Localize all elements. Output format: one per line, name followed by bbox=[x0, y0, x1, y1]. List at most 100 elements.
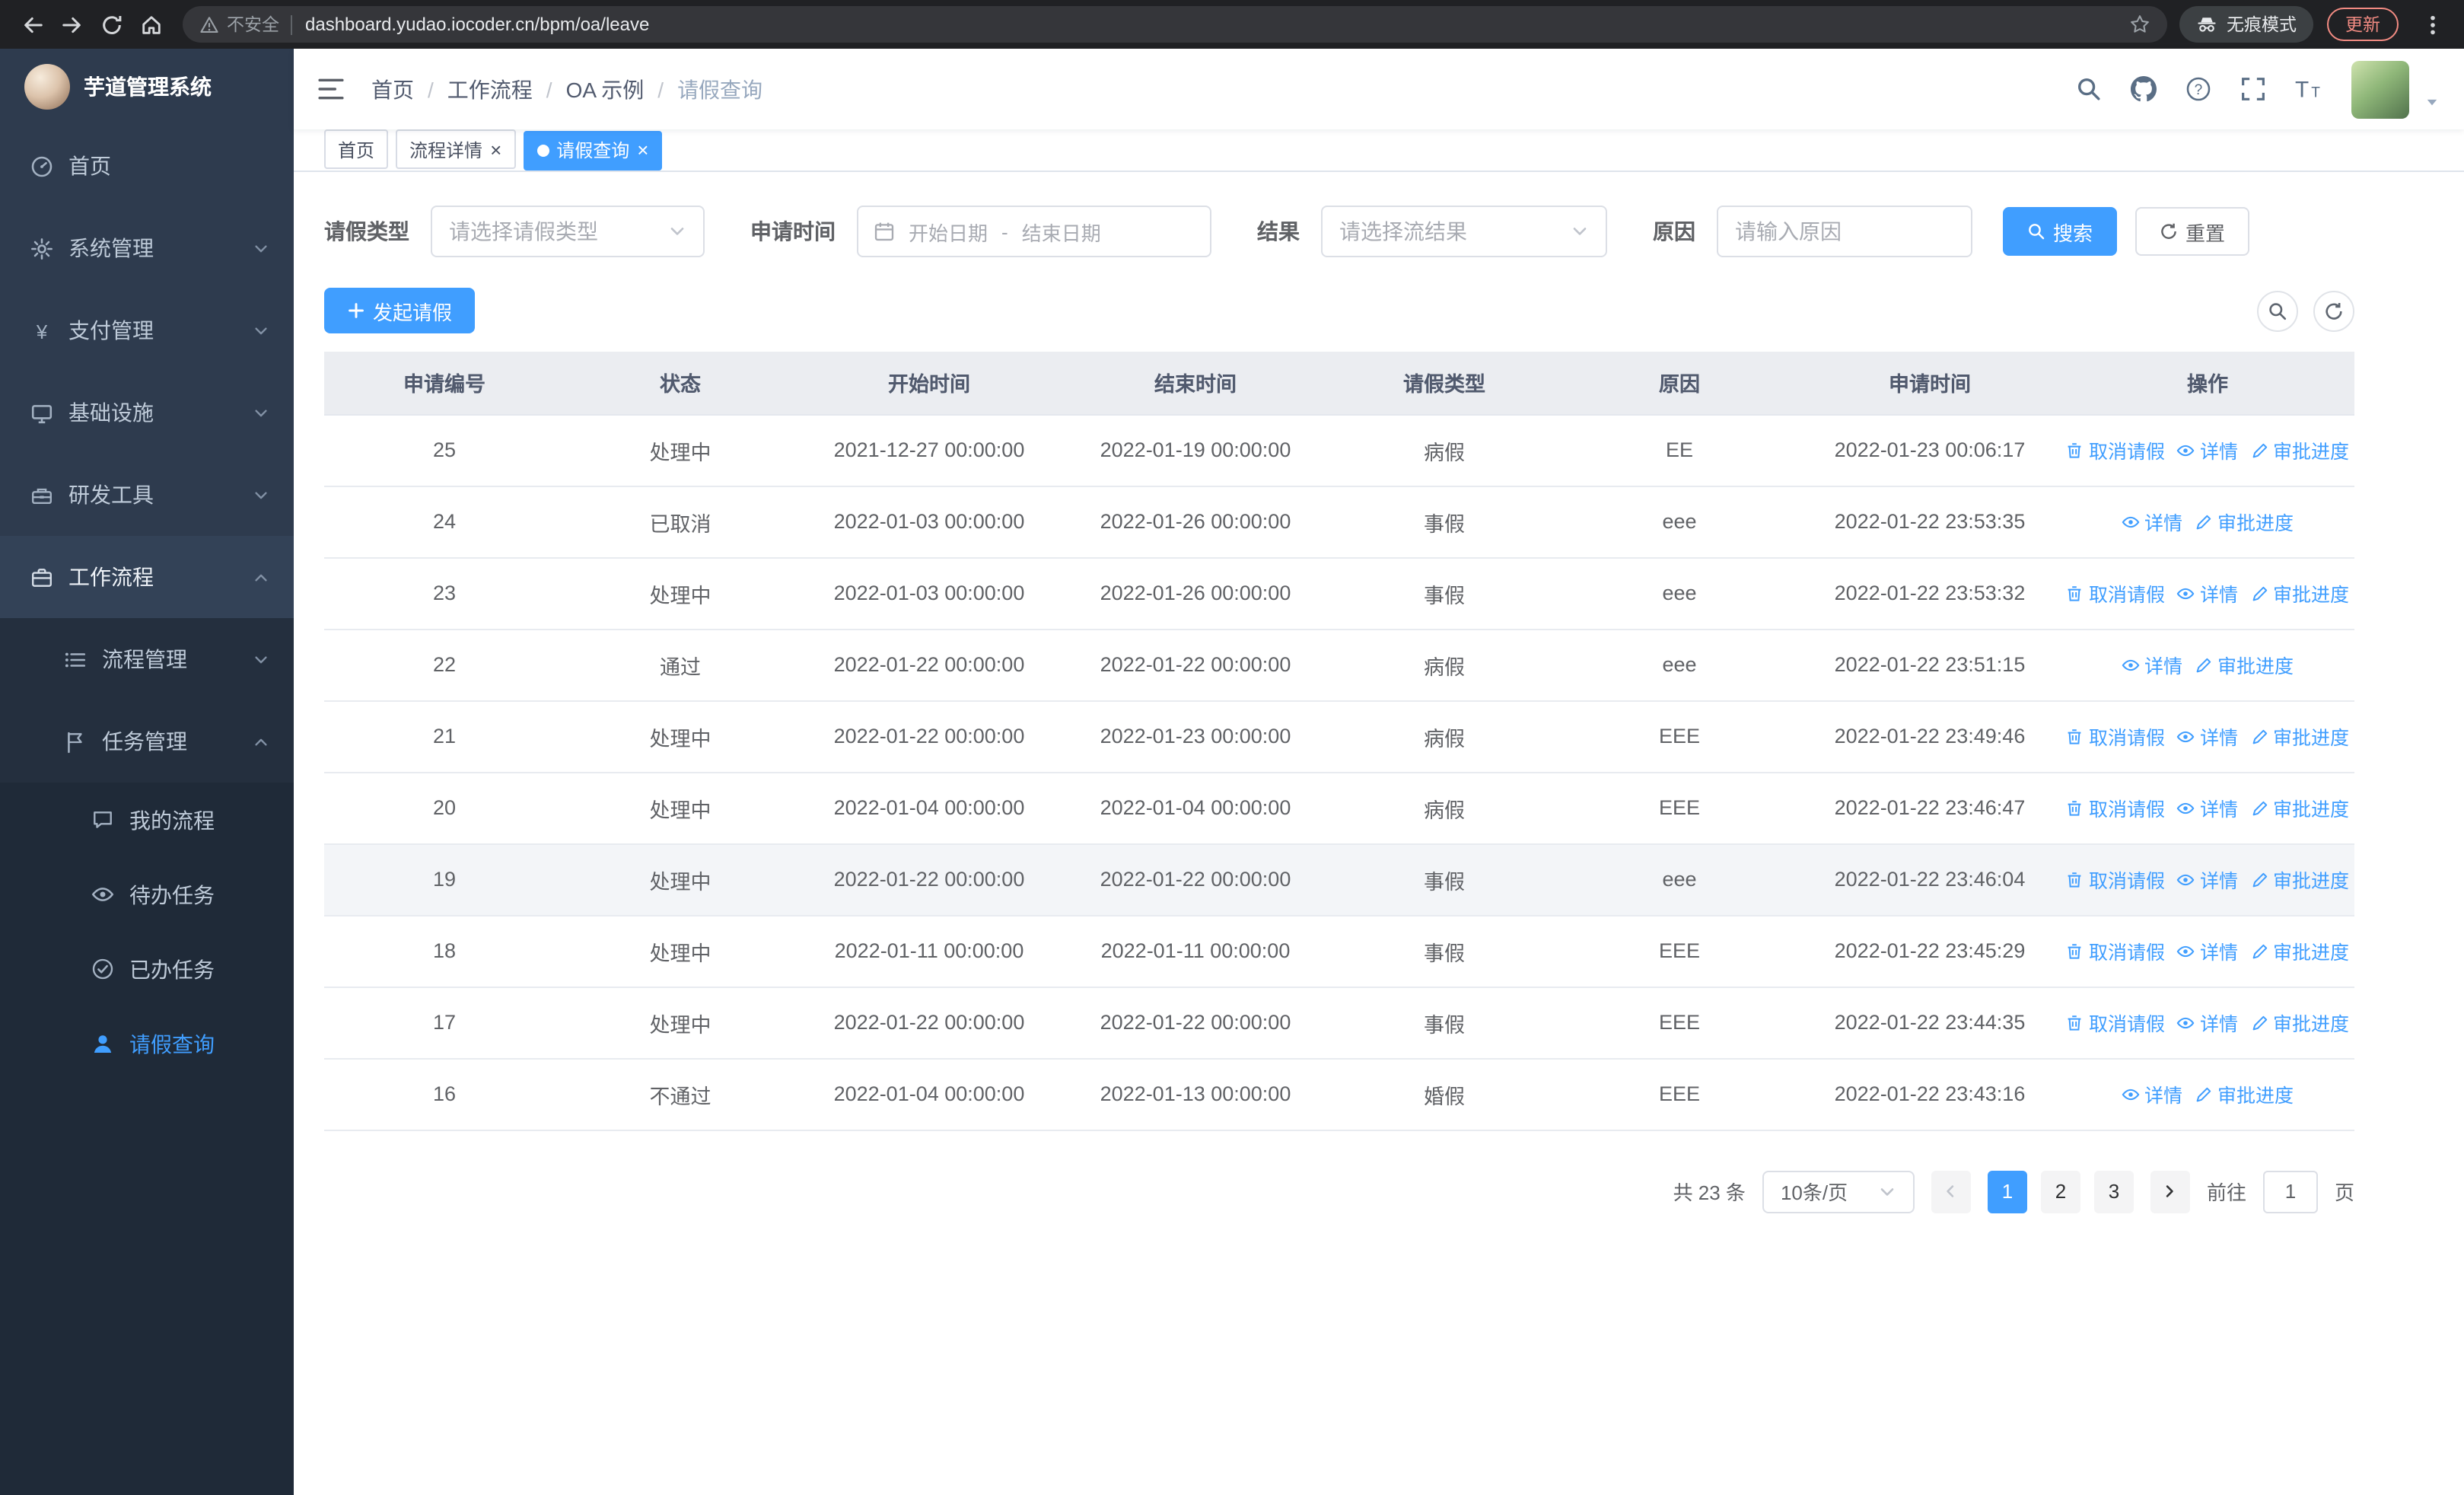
sidebar-item-label: 已办任务 bbox=[129, 957, 215, 981]
cell-reason: EEE bbox=[1560, 915, 1799, 987]
fullscreen-button[interactable] bbox=[2230, 66, 2275, 112]
result-select[interactable]: 请选择流结果 bbox=[1321, 206, 1607, 257]
back-button[interactable] bbox=[12, 5, 52, 44]
sidebar-item-todo-tasks[interactable]: 待办任务 bbox=[0, 857, 294, 932]
sidebar-toggle-icon[interactable] bbox=[318, 76, 344, 102]
cell-actions: 取消请假 详情 审批进度 bbox=[2061, 700, 2354, 773]
breadcrumb-item[interactable]: 首页 bbox=[371, 74, 414, 104]
detail-link[interactable]: 详情 bbox=[2177, 793, 2238, 822]
end-date-placeholder[interactable]: 结束日期 bbox=[1022, 217, 1101, 246]
page-3-button[interactable]: 3 bbox=[2093, 1170, 2134, 1213]
detail-link[interactable]: 详情 bbox=[2177, 579, 2238, 607]
home-button[interactable] bbox=[131, 5, 170, 44]
page-size-select[interactable]: 10条/页 bbox=[1762, 1170, 1915, 1213]
pen-icon bbox=[2250, 1013, 2268, 1031]
breadcrumb-item[interactable]: 工作流程 bbox=[447, 74, 533, 104]
sidebar-item-task-management[interactable]: 任务管理 bbox=[0, 700, 294, 783]
user-avatar[interactable] bbox=[2351, 60, 2409, 118]
sidebar-item-payment-management[interactable]: ¥ 支付管理 bbox=[0, 289, 294, 371]
sidebar-item-system-management[interactable]: 系统管理 bbox=[0, 207, 294, 289]
tab-process-detail[interactable]: 流程详情 × bbox=[396, 129, 516, 170]
sidebar-item-home[interactable]: 首页 bbox=[0, 125, 294, 207]
detail-link-label: 详情 bbox=[2199, 799, 2238, 821]
approval-progress-link[interactable]: 审批进度 bbox=[2250, 579, 2349, 607]
sidebar-item-process-management[interactable]: 流程管理 bbox=[0, 618, 294, 700]
table-row: 20 处理中 2022-01-04 00:00:00 2022-01-04 00:00… bbox=[324, 772, 2354, 844]
tab-label: 流程详情 bbox=[409, 139, 483, 161]
cancel-leave-link[interactable]: 取消请假 bbox=[2066, 1008, 2165, 1037]
cell-status: 已取消 bbox=[565, 486, 796, 558]
question-button[interactable]: ? bbox=[2175, 66, 2220, 112]
font-size-button[interactable]: TT bbox=[2284, 66, 2330, 112]
approval-progress-link[interactable]: 审批进度 bbox=[2250, 1008, 2349, 1037]
toggle-search-button[interactable] bbox=[2257, 290, 2298, 331]
tab-close-icon[interactable]: × bbox=[490, 140, 501, 160]
approval-progress-link[interactable]: 审批进度 bbox=[2250, 722, 2349, 751]
header-tools: ? T T bbox=[2065, 60, 2440, 118]
page-2-button[interactable]: 2 bbox=[2040, 1170, 2080, 1213]
approval-progress-link[interactable]: 审批进度 bbox=[2195, 1079, 2294, 1108]
detail-link[interactable]: 详情 bbox=[2122, 650, 2182, 679]
reason-input[interactable] bbox=[1717, 206, 1972, 257]
cell-id: 24 bbox=[324, 486, 565, 558]
cancel-leave-link[interactable]: 取消请假 bbox=[2066, 936, 2165, 965]
leave-type-select[interactable]: 请选择请假类型 bbox=[431, 206, 705, 257]
cancel-leave-link[interactable]: 取消请假 bbox=[2066, 865, 2165, 894]
trash-icon bbox=[2066, 1013, 2084, 1031]
cancel-leave-link[interactable]: 取消请假 bbox=[2066, 722, 2165, 751]
approval-progress-link[interactable]: 审批进度 bbox=[2195, 507, 2294, 536]
search-button[interactable]: 搜索 bbox=[2003, 207, 2118, 256]
approval-progress-link[interactable]: 审批进度 bbox=[2250, 865, 2349, 894]
tab-leave-query[interactable]: 请假查询 × bbox=[523, 130, 663, 171]
approval-progress-link[interactable]: 审批进度 bbox=[2250, 435, 2349, 464]
approval-progress-link[interactable]: 审批进度 bbox=[2250, 793, 2349, 822]
reload-button[interactable] bbox=[91, 5, 131, 44]
tab-close-icon[interactable]: × bbox=[637, 141, 648, 161]
browser-update-button[interactable]: 更新 bbox=[2327, 8, 2399, 41]
page-1-button[interactable]: 1 bbox=[1987, 1170, 2027, 1213]
detail-link[interactable]: 详情 bbox=[2122, 1079, 2182, 1108]
sidebar-item-done-tasks[interactable]: 已办任务 bbox=[0, 932, 294, 1006]
table-row: 18 处理中 2022-01-11 00:00:00 2022-01-11 00:00… bbox=[324, 915, 2354, 987]
eye-icon bbox=[2177, 1013, 2195, 1031]
detail-link[interactable]: 详情 bbox=[2177, 1008, 2238, 1037]
filter-leave-type: 请假类型 请选择请假类型 bbox=[324, 206, 705, 257]
reset-button[interactable]: 重置 bbox=[2135, 207, 2250, 256]
apply-time-range-picker[interactable]: 开始日期 - 结束日期 bbox=[857, 206, 1211, 257]
github-link[interactable] bbox=[2120, 66, 2166, 112]
cancel-leave-link[interactable]: 取消请假 bbox=[2066, 793, 2165, 822]
detail-link[interactable]: 详情 bbox=[2177, 435, 2238, 464]
prev-page-button[interactable] bbox=[1931, 1170, 1971, 1213]
next-page-button[interactable] bbox=[2150, 1170, 2190, 1213]
detail-link[interactable]: 详情 bbox=[2122, 507, 2182, 536]
url-bar[interactable]: 不安全 dashboard.yudao.iocoder.cn/bpm/oa/le… bbox=[183, 6, 2167, 43]
approval-progress-link[interactable]: 审批进度 bbox=[2250, 936, 2349, 965]
approval-progress-link-label: 审批进度 bbox=[2217, 1085, 2294, 1107]
filter-reason: 原因 bbox=[1653, 206, 1972, 257]
detail-link[interactable]: 详情 bbox=[2177, 722, 2238, 751]
detail-link[interactable]: 详情 bbox=[2177, 865, 2238, 894]
detail-link[interactable]: 详情 bbox=[2177, 936, 2238, 965]
forward-button[interactable] bbox=[52, 5, 91, 44]
bookmark-star-icon[interactable] bbox=[2129, 14, 2150, 35]
sidebar-item-label: 基础设施 bbox=[68, 400, 154, 425]
approval-progress-link[interactable]: 审批进度 bbox=[2195, 650, 2294, 679]
goto-page-input[interactable] bbox=[2262, 1170, 2318, 1213]
cancel-leave-link[interactable]: 取消请假 bbox=[2066, 579, 2165, 607]
search-button[interactable] bbox=[2065, 66, 2111, 112]
tab-home[interactable]: 首页 bbox=[324, 129, 389, 170]
sidebar-item-my-processes[interactable]: 我的流程 bbox=[0, 783, 294, 857]
refresh-table-button[interactable] bbox=[2313, 290, 2354, 331]
security-label[interactable]: 不安全 bbox=[227, 12, 279, 37]
browser-menu-icon[interactable] bbox=[2412, 5, 2452, 44]
sidebar-item-dev-tools[interactable]: 研发工具 bbox=[0, 454, 294, 536]
sidebar-item-workflow[interactable]: 工作流程 bbox=[0, 536, 294, 618]
start-date-placeholder[interactable]: 开始日期 bbox=[909, 217, 988, 246]
create-leave-button[interactable]: 发起请假 bbox=[324, 288, 476, 333]
sidebar-item-leave-query[interactable]: 请假查询 bbox=[0, 1006, 294, 1081]
breadcrumb-item[interactable]: OA 示例 bbox=[566, 74, 645, 104]
sidebar-item-infrastructure[interactable]: 基础设施 bbox=[0, 371, 294, 454]
cancel-leave-link[interactable]: 取消请假 bbox=[2066, 435, 2165, 464]
cell-leave-type: 病假 bbox=[1329, 772, 1560, 844]
url-text[interactable]: dashboard.yudao.iocoder.cn/bpm/oa/leave bbox=[305, 14, 649, 35]
